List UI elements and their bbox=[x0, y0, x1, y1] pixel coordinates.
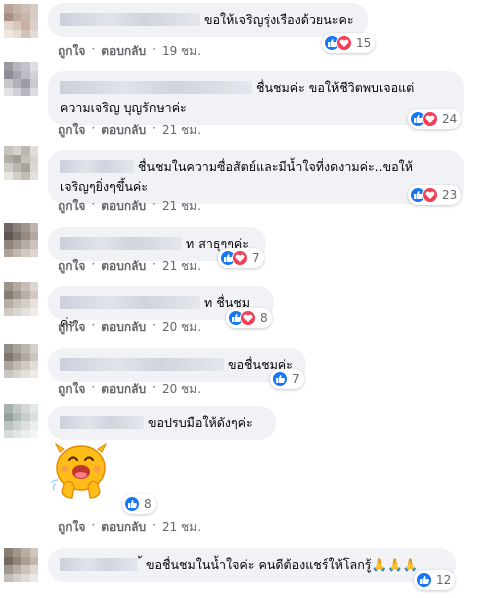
comment-actions: ถูกใจ · ตอบกลับ · 19 ชม. bbox=[58, 42, 201, 61]
comment-bubble: ชื่นชมในความซื่อสัตย์และมีน้ำใจที่งดงามค… bbox=[48, 150, 464, 204]
like-link[interactable]: ถูกใจ bbox=[58, 197, 85, 216]
reaction-count: 7 bbox=[292, 372, 300, 386]
comment-bubble: ชื่นชมค่ะ ขอให้ชีวิตพบเจอแต่ ความเจริญ บ… bbox=[48, 71, 464, 125]
thumbs-up-icon bbox=[124, 496, 140, 512]
reaction-summary[interactable]: 7 bbox=[270, 369, 304, 389]
comment-bubble: ขอชื่นชมค่ะ bbox=[48, 348, 306, 382]
comment-actions: ถูกใจ · ตอบกลับ · 21 ชม. bbox=[58, 518, 201, 537]
comment-text-line-1: ชื่นชมในความซื่อสัตย์และมีน้ำใจที่งดงามค… bbox=[138, 159, 414, 174]
reply-link[interactable]: ตอบกลับ bbox=[101, 518, 146, 537]
thumbs-up-icon bbox=[272, 371, 288, 387]
reply-link[interactable]: ตอบกลับ bbox=[101, 42, 146, 61]
like-link[interactable]: ถูกใจ bbox=[58, 121, 85, 140]
like-link[interactable]: ถูกใจ bbox=[58, 42, 85, 61]
comment-bubble: ขอปรบมือให้ดังๆค่ะ bbox=[48, 406, 276, 440]
avatar[interactable] bbox=[4, 62, 38, 96]
reaction-count: 15 bbox=[356, 36, 372, 50]
reaction-summary[interactable]: 8 bbox=[226, 308, 272, 328]
heart-icon bbox=[232, 250, 248, 266]
clapping-emoji-sticker[interactable] bbox=[50, 440, 112, 502]
blurred-author-name bbox=[60, 81, 252, 94]
comment-bubble: ้ ขอชื่นชมในน้ำใจค่ะ คนดีต้องแชร์ให้โลกร… bbox=[48, 548, 456, 582]
reaction-count: 12 bbox=[436, 573, 452, 587]
avatar[interactable] bbox=[4, 4, 38, 38]
like-link[interactable]: ถูกใจ bbox=[58, 518, 85, 537]
reply-link[interactable]: ตอบกลับ bbox=[101, 121, 146, 140]
like-link[interactable]: ถูกใจ bbox=[58, 318, 85, 337]
comment-text: ขอให้เจริญรุ่งเรืองด้วยนะคะ bbox=[204, 12, 354, 27]
blurred-author-name bbox=[60, 416, 144, 429]
comment-time[interactable]: 20 ชม. bbox=[162, 380, 201, 399]
reaction-summary[interactable]: 8 bbox=[122, 494, 156, 514]
avatar[interactable] bbox=[4, 548, 38, 582]
reaction-count: 7 bbox=[252, 251, 260, 265]
heart-icon bbox=[240, 310, 256, 326]
comment-time[interactable]: 19 ชม. bbox=[162, 42, 201, 61]
blurred-author-name bbox=[60, 358, 224, 371]
reaction-count: 8 bbox=[260, 311, 268, 325]
comment-actions: ถูกใจ · ตอบกลับ · 21 ชม. bbox=[58, 257, 201, 276]
reaction-summary[interactable]: 15 bbox=[322, 33, 376, 53]
blurred-author-name bbox=[60, 13, 200, 26]
reaction-summary[interactable]: 24 bbox=[408, 109, 462, 129]
comment-actions: ถูกใจ · ตอบกลับ · 20 ชม. bbox=[58, 318, 201, 337]
comment-actions: ถูกใจ · ตอบกลับ · 21 ชม. bbox=[58, 121, 201, 140]
comment-actions: ถูกใจ · ตอบกลับ · 21 ชม. bbox=[58, 197, 201, 216]
reply-link[interactable]: ตอบกลับ bbox=[101, 318, 146, 337]
comment-text-line-2: เจริญๆยิ่งๆขึ้นค่ะ bbox=[60, 179, 148, 194]
heart-icon bbox=[336, 35, 352, 51]
comment-time[interactable]: 20 ชม. bbox=[162, 318, 201, 337]
comment-text-line-2: ความเจริญ บุญรักษาค่ะ bbox=[60, 100, 187, 115]
reaction-summary[interactable]: 23 bbox=[408, 185, 462, 205]
reaction-count: 24 bbox=[442, 112, 458, 126]
thumbs-up-icon bbox=[416, 572, 432, 588]
comment-time[interactable]: 21 ชม. bbox=[162, 121, 201, 140]
reply-link[interactable]: ตอบกลับ bbox=[101, 257, 146, 276]
avatar[interactable] bbox=[4, 282, 38, 316]
reply-link[interactable]: ตอบกลับ bbox=[101, 197, 146, 216]
comment-time[interactable]: 21 ชม. bbox=[162, 257, 201, 276]
comment-text-line-1: ชื่นชมค่ะ ขอให้ชีวิตพบเจอแต่ bbox=[256, 80, 415, 95]
reply-link[interactable]: ตอบกลับ bbox=[101, 380, 146, 399]
comment-text: ขอปรบมือให้ดังๆค่ะ bbox=[148, 415, 253, 430]
heart-icon bbox=[422, 111, 438, 127]
like-link[interactable]: ถูกใจ bbox=[58, 380, 85, 399]
comment-bubble: ขอให้เจริญรุ่งเรืองด้วยนะคะ bbox=[48, 3, 368, 37]
avatar[interactable] bbox=[4, 344, 38, 378]
avatar[interactable] bbox=[4, 223, 38, 257]
blurred-author-name bbox=[60, 296, 200, 309]
like-link[interactable]: ถูกใจ bbox=[58, 257, 85, 276]
heart-icon bbox=[422, 187, 438, 203]
reaction-count: 8 bbox=[144, 497, 152, 511]
avatar[interactable] bbox=[4, 146, 38, 180]
comment-time[interactable]: 21 ชม. bbox=[162, 197, 201, 216]
avatar[interactable] bbox=[4, 404, 38, 438]
blurred-author-name bbox=[60, 237, 182, 250]
reaction-summary[interactable]: 12 bbox=[414, 570, 456, 590]
comment-time[interactable]: 21 ชม. bbox=[162, 518, 201, 537]
comment-text: ้ ขอชื่นชมในน้ำใจค่ะ คนดีต้องแชร์ให้โลกร… bbox=[142, 557, 419, 572]
comment-actions: ถูกใจ · ตอบกลับ · 20 ชม. bbox=[58, 380, 201, 399]
reaction-count: 23 bbox=[442, 188, 458, 202]
blurred-author-name bbox=[60, 558, 138, 571]
blurred-author-name bbox=[60, 160, 134, 173]
reaction-summary[interactable]: 7 bbox=[218, 248, 264, 268]
